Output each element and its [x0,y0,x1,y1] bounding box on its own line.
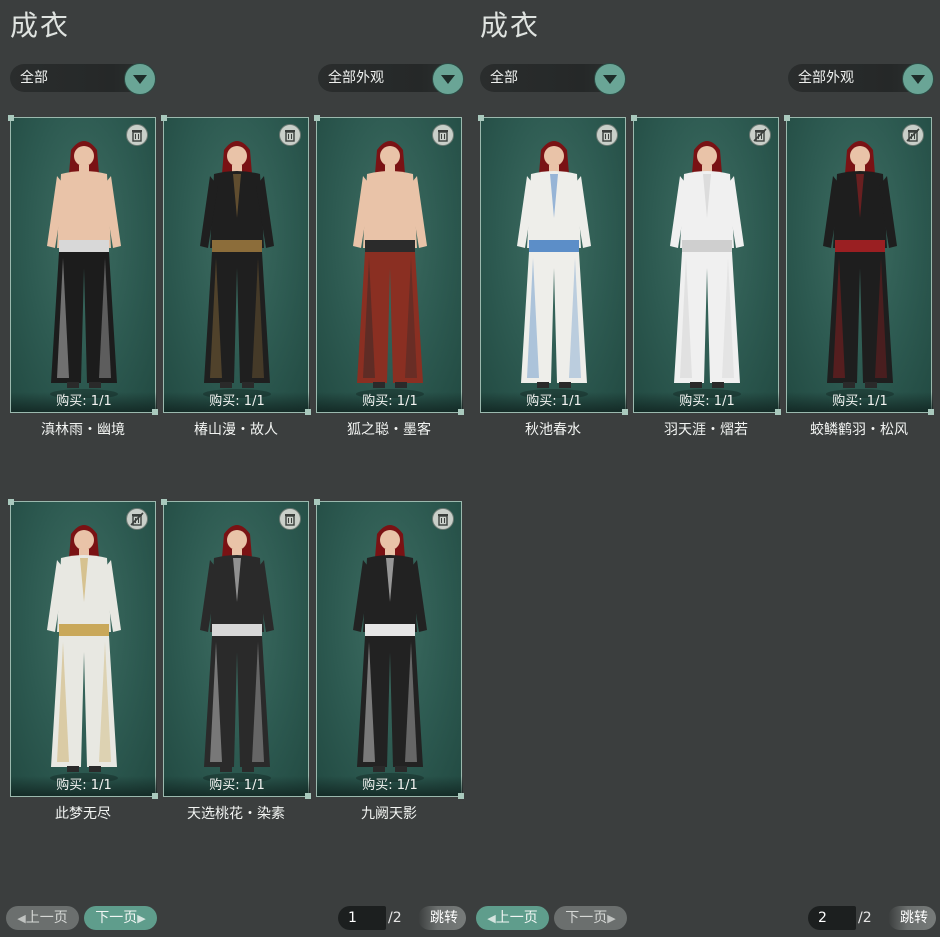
purchase-count: 购买: 1/1 [11,392,157,412]
purchase-count: 购买: 1/1 [164,392,310,412]
card-frame: 购买: 1/1 [161,115,311,415]
character-figure [47,141,121,398]
card-frame: 购买: 1/1 [8,499,158,799]
outfit-name: 滇林雨・幽境 [41,422,125,438]
panel-title: 成衣 [480,9,541,42]
character-figure [47,525,121,782]
type-dropdown[interactable]: 全部 [10,63,156,95]
appearance-filter-dropdown[interactable]: 全部外观 [788,63,934,95]
outfit-name: 椿山漫・故人 [194,422,278,438]
card-frame: 购买: 1/1 [314,115,464,415]
page-number-input[interactable]: 2 [808,906,856,930]
prev-page-button[interactable]: ◀上一页 [6,906,79,930]
purchase-count: 购买: 1/1 [634,392,780,412]
page-total: /2 [388,910,402,926]
outfit-card[interactable]: 购买: 1/1 椿山漫・故人 [161,115,311,438]
trash-icon[interactable] [432,508,454,530]
page-number-input[interactable]: 1 [338,906,386,930]
character-figure [517,141,591,398]
chevron-down-icon[interactable] [902,63,934,95]
filter-dropdown-value: 全部外观 [798,70,854,86]
character-figure [353,525,427,782]
disabled-trash-icon[interactable] [749,124,771,146]
outfit-card[interactable]: 购买: 1/1 羽天涯・熠若 [631,115,781,438]
purchase-count: 购买: 1/1 [787,392,933,412]
type-dropdown-value: 全部 [490,70,518,86]
card-frame: 购买: 1/1 [8,115,158,415]
chevron-down-icon[interactable] [432,63,464,95]
outfit-name: 天选桃花・染素 [187,806,285,822]
type-dropdown[interactable]: 全部 [480,63,626,95]
card-frame: 购买: 1/1 [161,499,311,799]
outfit-name: 羽天涯・熠若 [664,422,748,438]
panel-title: 成衣 [10,9,71,42]
trash-icon[interactable] [596,124,618,146]
outfit-card[interactable]: 购买: 1/1 此梦无尽 [8,499,158,822]
page-total: /2 [858,910,872,926]
left-panel: 成衣 全部 全部外观 购买: 1/1 滇林雨・幽境 购买: 1/1 椿山漫・故人… [0,0,470,937]
disabled-trash-icon[interactable] [126,508,148,530]
trash-icon[interactable] [279,124,301,146]
outfit-card[interactable]: 购买: 1/1 蛟鳞鹤羽・松风 [784,115,934,438]
outfit-card[interactable]: 购买: 1/1 狐之聪・墨客 [314,115,464,438]
purchase-count: 购买: 1/1 [164,776,310,796]
jump-button[interactable]: 跳转 [418,906,466,930]
appearance-filter-dropdown[interactable]: 全部外观 [318,63,464,95]
page-jumper: 1 /2 跳转 [338,906,466,932]
next-page-button[interactable]: 下一页▶ [84,906,157,930]
card-frame: 购买: 1/1 [478,115,628,415]
outfit-name: 此梦无尽 [55,806,111,822]
trash-icon[interactable] [432,124,454,146]
chevron-down-icon[interactable] [124,63,156,95]
outfit-card[interactable]: 购买: 1/1 秋池春水 [478,115,628,438]
purchase-count: 购买: 1/1 [481,392,627,412]
filter-dropdown-value: 全部外观 [328,70,384,86]
page-jumper: 2 /2 跳转 [808,906,936,932]
card-frame: 购买: 1/1 [314,499,464,799]
purchase-count: 购买: 1/1 [317,392,463,412]
outfit-name: 秋池春水 [525,422,581,438]
purchase-count: 购买: 1/1 [11,776,157,796]
outfit-name: 蛟鳞鹤羽・松风 [810,422,908,438]
character-figure [200,141,274,398]
outfit-name: 狐之聪・墨客 [347,422,431,438]
character-figure [823,141,897,398]
purchase-count: 购买: 1/1 [317,776,463,796]
outfit-card[interactable]: 购买: 1/1 九阙天影 [314,499,464,822]
character-figure [200,525,274,782]
character-figure [353,141,427,398]
chevron-down-icon[interactable] [594,63,626,95]
jump-button[interactable]: 跳转 [888,906,936,930]
card-frame: 购买: 1/1 [784,115,934,415]
disabled-trash-icon[interactable] [902,124,924,146]
trash-icon[interactable] [279,508,301,530]
card-frame: 购买: 1/1 [631,115,781,415]
character-figure [670,141,744,398]
type-dropdown-value: 全部 [20,70,48,86]
next-page-button[interactable]: 下一页▶ [554,906,627,930]
outfit-name: 九阙天影 [361,806,417,822]
right-panel: 成衣 全部 全部外观 购买: 1/1 秋池春水 购买: 1/1 羽天涯・熠若 购… [470,0,940,937]
outfit-card[interactable]: 购买: 1/1 滇林雨・幽境 [8,115,158,438]
outfit-card[interactable]: 购买: 1/1 天选桃花・染素 [161,499,311,822]
prev-page-button[interactable]: ◀上一页 [476,906,549,930]
trash-icon[interactable] [126,124,148,146]
